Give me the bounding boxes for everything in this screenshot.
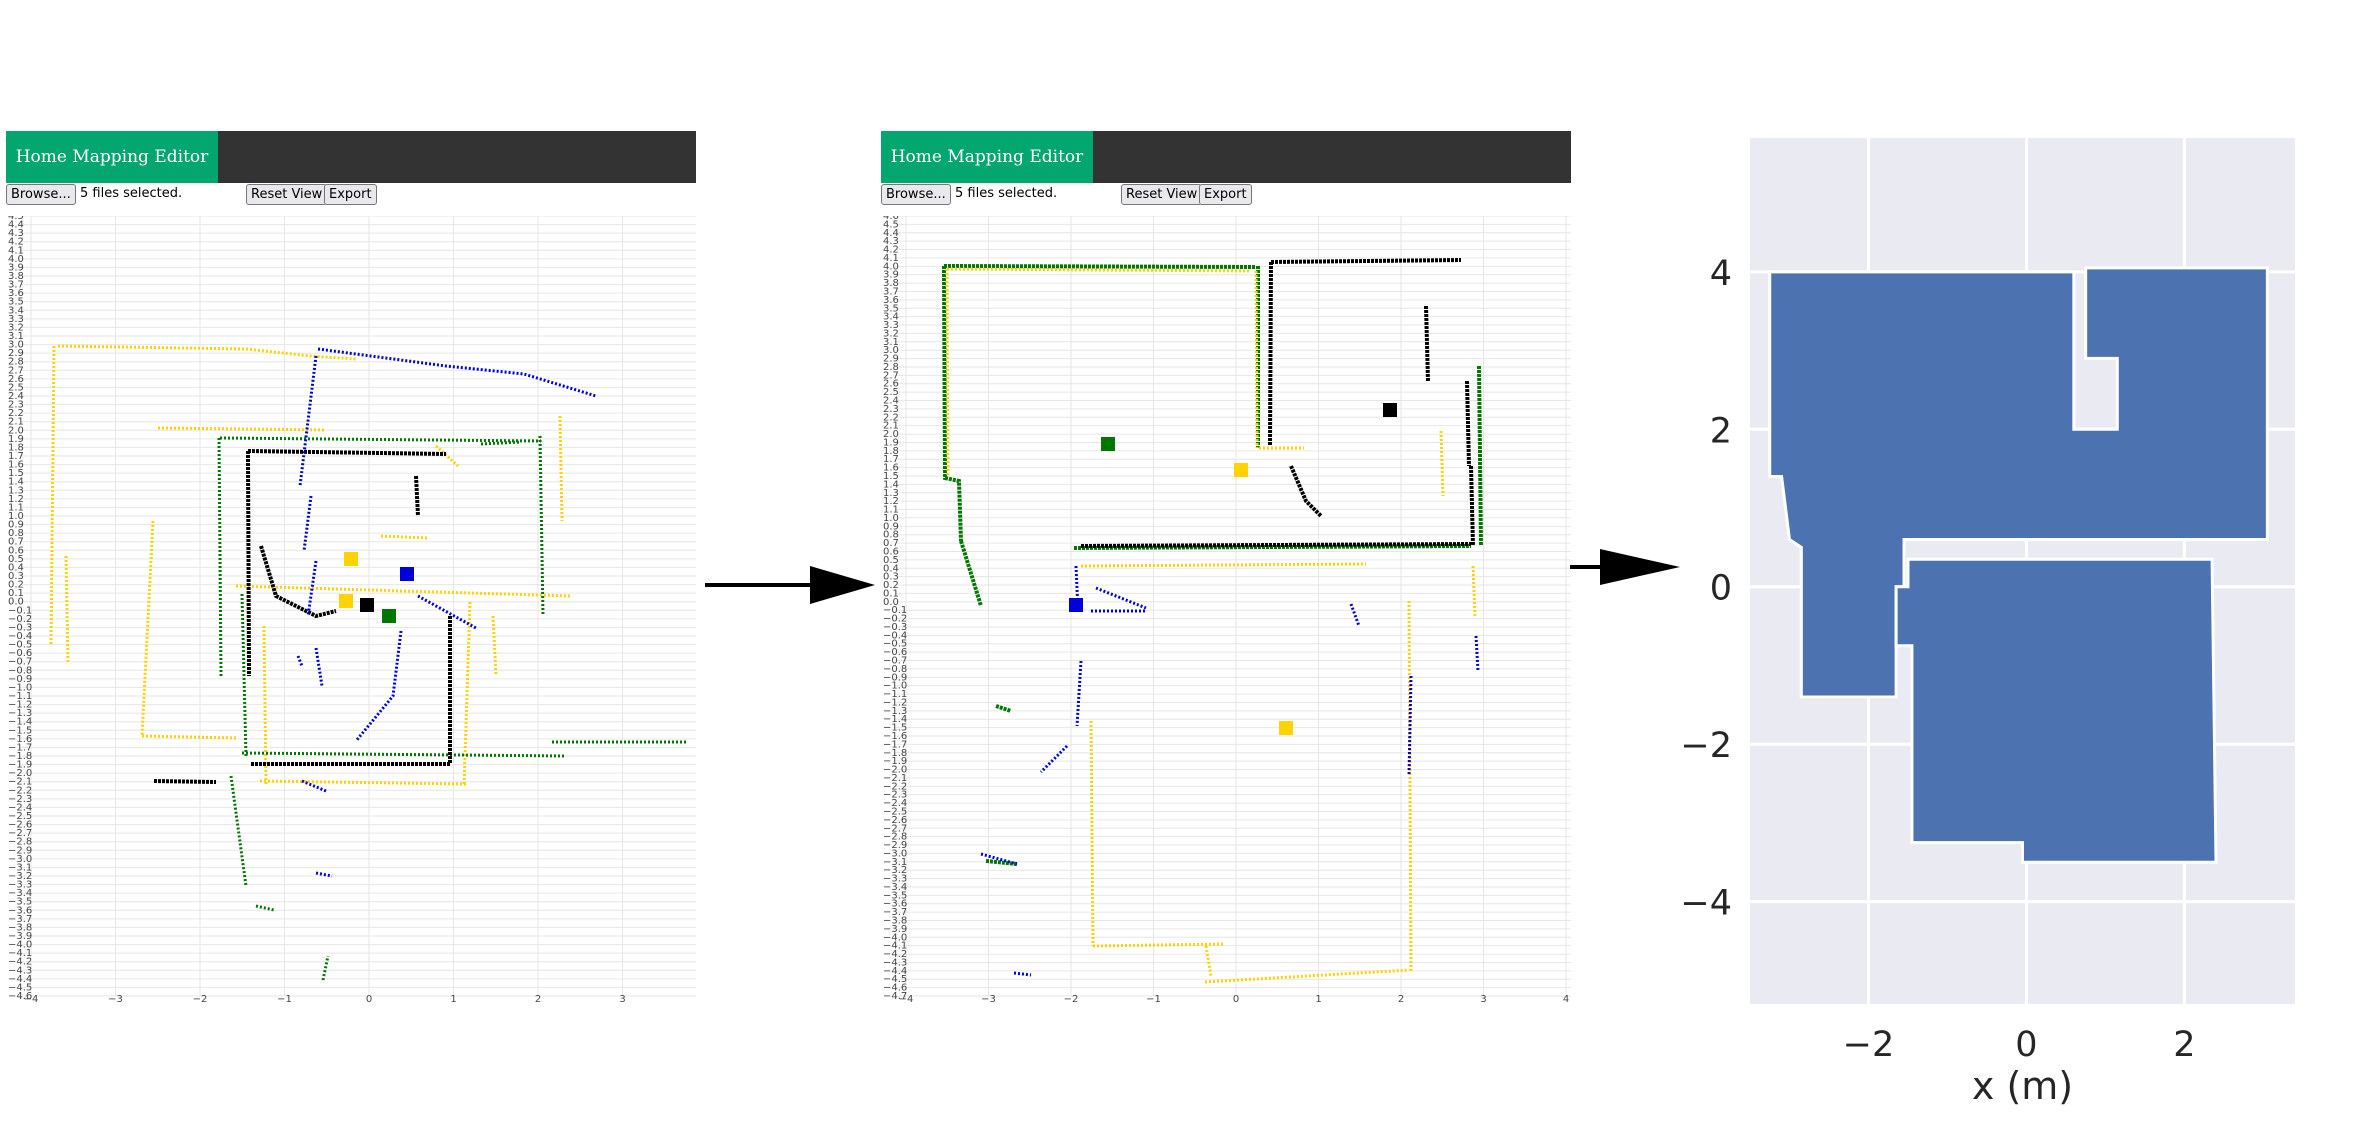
- markers: [339, 552, 414, 623]
- scan-green: [942, 264, 1483, 866]
- scan-yellow: [49, 344, 572, 787]
- x-tick-label: 0: [2015, 1025, 2037, 1065]
- x-tick-label: 4: [1563, 994, 1569, 1005]
- x-tick-label: −1: [277, 994, 292, 1005]
- x-tick-label: 1: [450, 994, 456, 1005]
- x-tick-label: −1: [1146, 994, 1161, 1005]
- x-tick-label: 2: [535, 994, 541, 1005]
- scan-black: [1080, 258, 1475, 548]
- marker-black: [360, 598, 374, 612]
- x-tick-label: −3: [981, 994, 996, 1005]
- grid-lines: [895, 216, 1571, 997]
- app-title: Home Mapping Editor: [6, 131, 218, 183]
- editor-window-right: Home Mapping Editor Browse... 5 files se…: [881, 131, 1571, 1006]
- x-tick-label: 0: [1233, 994, 1239, 1005]
- marker-yellow: [339, 594, 353, 608]
- marker-green: [382, 609, 396, 623]
- y-tick-label: −4: [1680, 884, 1732, 924]
- marker-blue: [400, 567, 414, 581]
- y-tick-label: 0: [1710, 569, 1732, 609]
- x-tick-label: −4: [899, 994, 914, 1005]
- map-plot[interactable]: 4.54.44.34.24.14.03.93.83.73.63.53.43.33…: [6, 216, 696, 1006]
- x-tick-labels: −2 0 2: [1843, 1025, 2196, 1065]
- y-tick-label: 4: [1710, 254, 1732, 294]
- room-polygon: [1894, 557, 2218, 864]
- marker-black: [1383, 403, 1397, 417]
- marker-yellow: [1279, 721, 1293, 735]
- files-status: 5 files selected.: [955, 186, 1058, 201]
- x-tick-label: −2: [1843, 1025, 1895, 1065]
- titlebar: Home Mapping Editor: [6, 131, 696, 183]
- floorplan-chart: −2 0 2 −4 −2 0 2 4 x (m): [1680, 138, 2295, 1108]
- export-button[interactable]: Export: [1199, 184, 1252, 205]
- files-status: 5 files selected.: [80, 186, 183, 201]
- scan-blue: [296, 347, 597, 878]
- y-tick-label: −2: [1680, 726, 1732, 766]
- scan-black: [153, 449, 452, 784]
- editor-window-left: Home Mapping Editor Browse... 5 files se…: [6, 131, 696, 1006]
- scan-yellow: [945, 267, 1477, 984]
- x-tick-label: 2: [1398, 994, 1404, 1005]
- browse-button[interactable]: Browse...: [6, 184, 76, 205]
- export-button[interactable]: Export: [324, 184, 377, 205]
- marker-blue: [1069, 598, 1083, 612]
- y-tick-label: 2: [1710, 411, 1732, 451]
- x-tick-label: −4: [24, 994, 39, 1005]
- reset-view-button[interactable]: Reset View: [1121, 184, 1203, 205]
- map-plot[interactable]: 4.64.54.44.34.24.14.03.93.83.73.63.53.43…: [881, 216, 1571, 1006]
- titlebar: Home Mapping Editor: [881, 131, 1571, 183]
- x-tick-label: −2: [1064, 994, 1079, 1005]
- x-tick-label: −2: [193, 994, 208, 1005]
- x-tick-label: 3: [1480, 994, 1486, 1005]
- reset-view-button[interactable]: Reset View: [246, 184, 328, 205]
- grid-lines: [20, 216, 696, 997]
- y-tick-labels: −4 −2 0 2 4: [1680, 254, 1732, 924]
- x-tick-label: 3: [619, 994, 625, 1005]
- browse-button[interactable]: Browse...: [881, 184, 951, 205]
- app-title: Home Mapping Editor: [881, 131, 1093, 183]
- marker-yellow: [344, 552, 358, 566]
- marker-yellow: [1234, 463, 1248, 477]
- x-axis-label: x (m): [1972, 1064, 2073, 1108]
- marker-green: [1101, 437, 1115, 451]
- x-tick-label: 0: [366, 994, 372, 1005]
- x-tick-label: 2: [2173, 1025, 2195, 1065]
- arrow-right-icon: [705, 566, 875, 604]
- x-tick-label: −3: [108, 994, 123, 1005]
- x-tick-label: 1: [1315, 994, 1321, 1005]
